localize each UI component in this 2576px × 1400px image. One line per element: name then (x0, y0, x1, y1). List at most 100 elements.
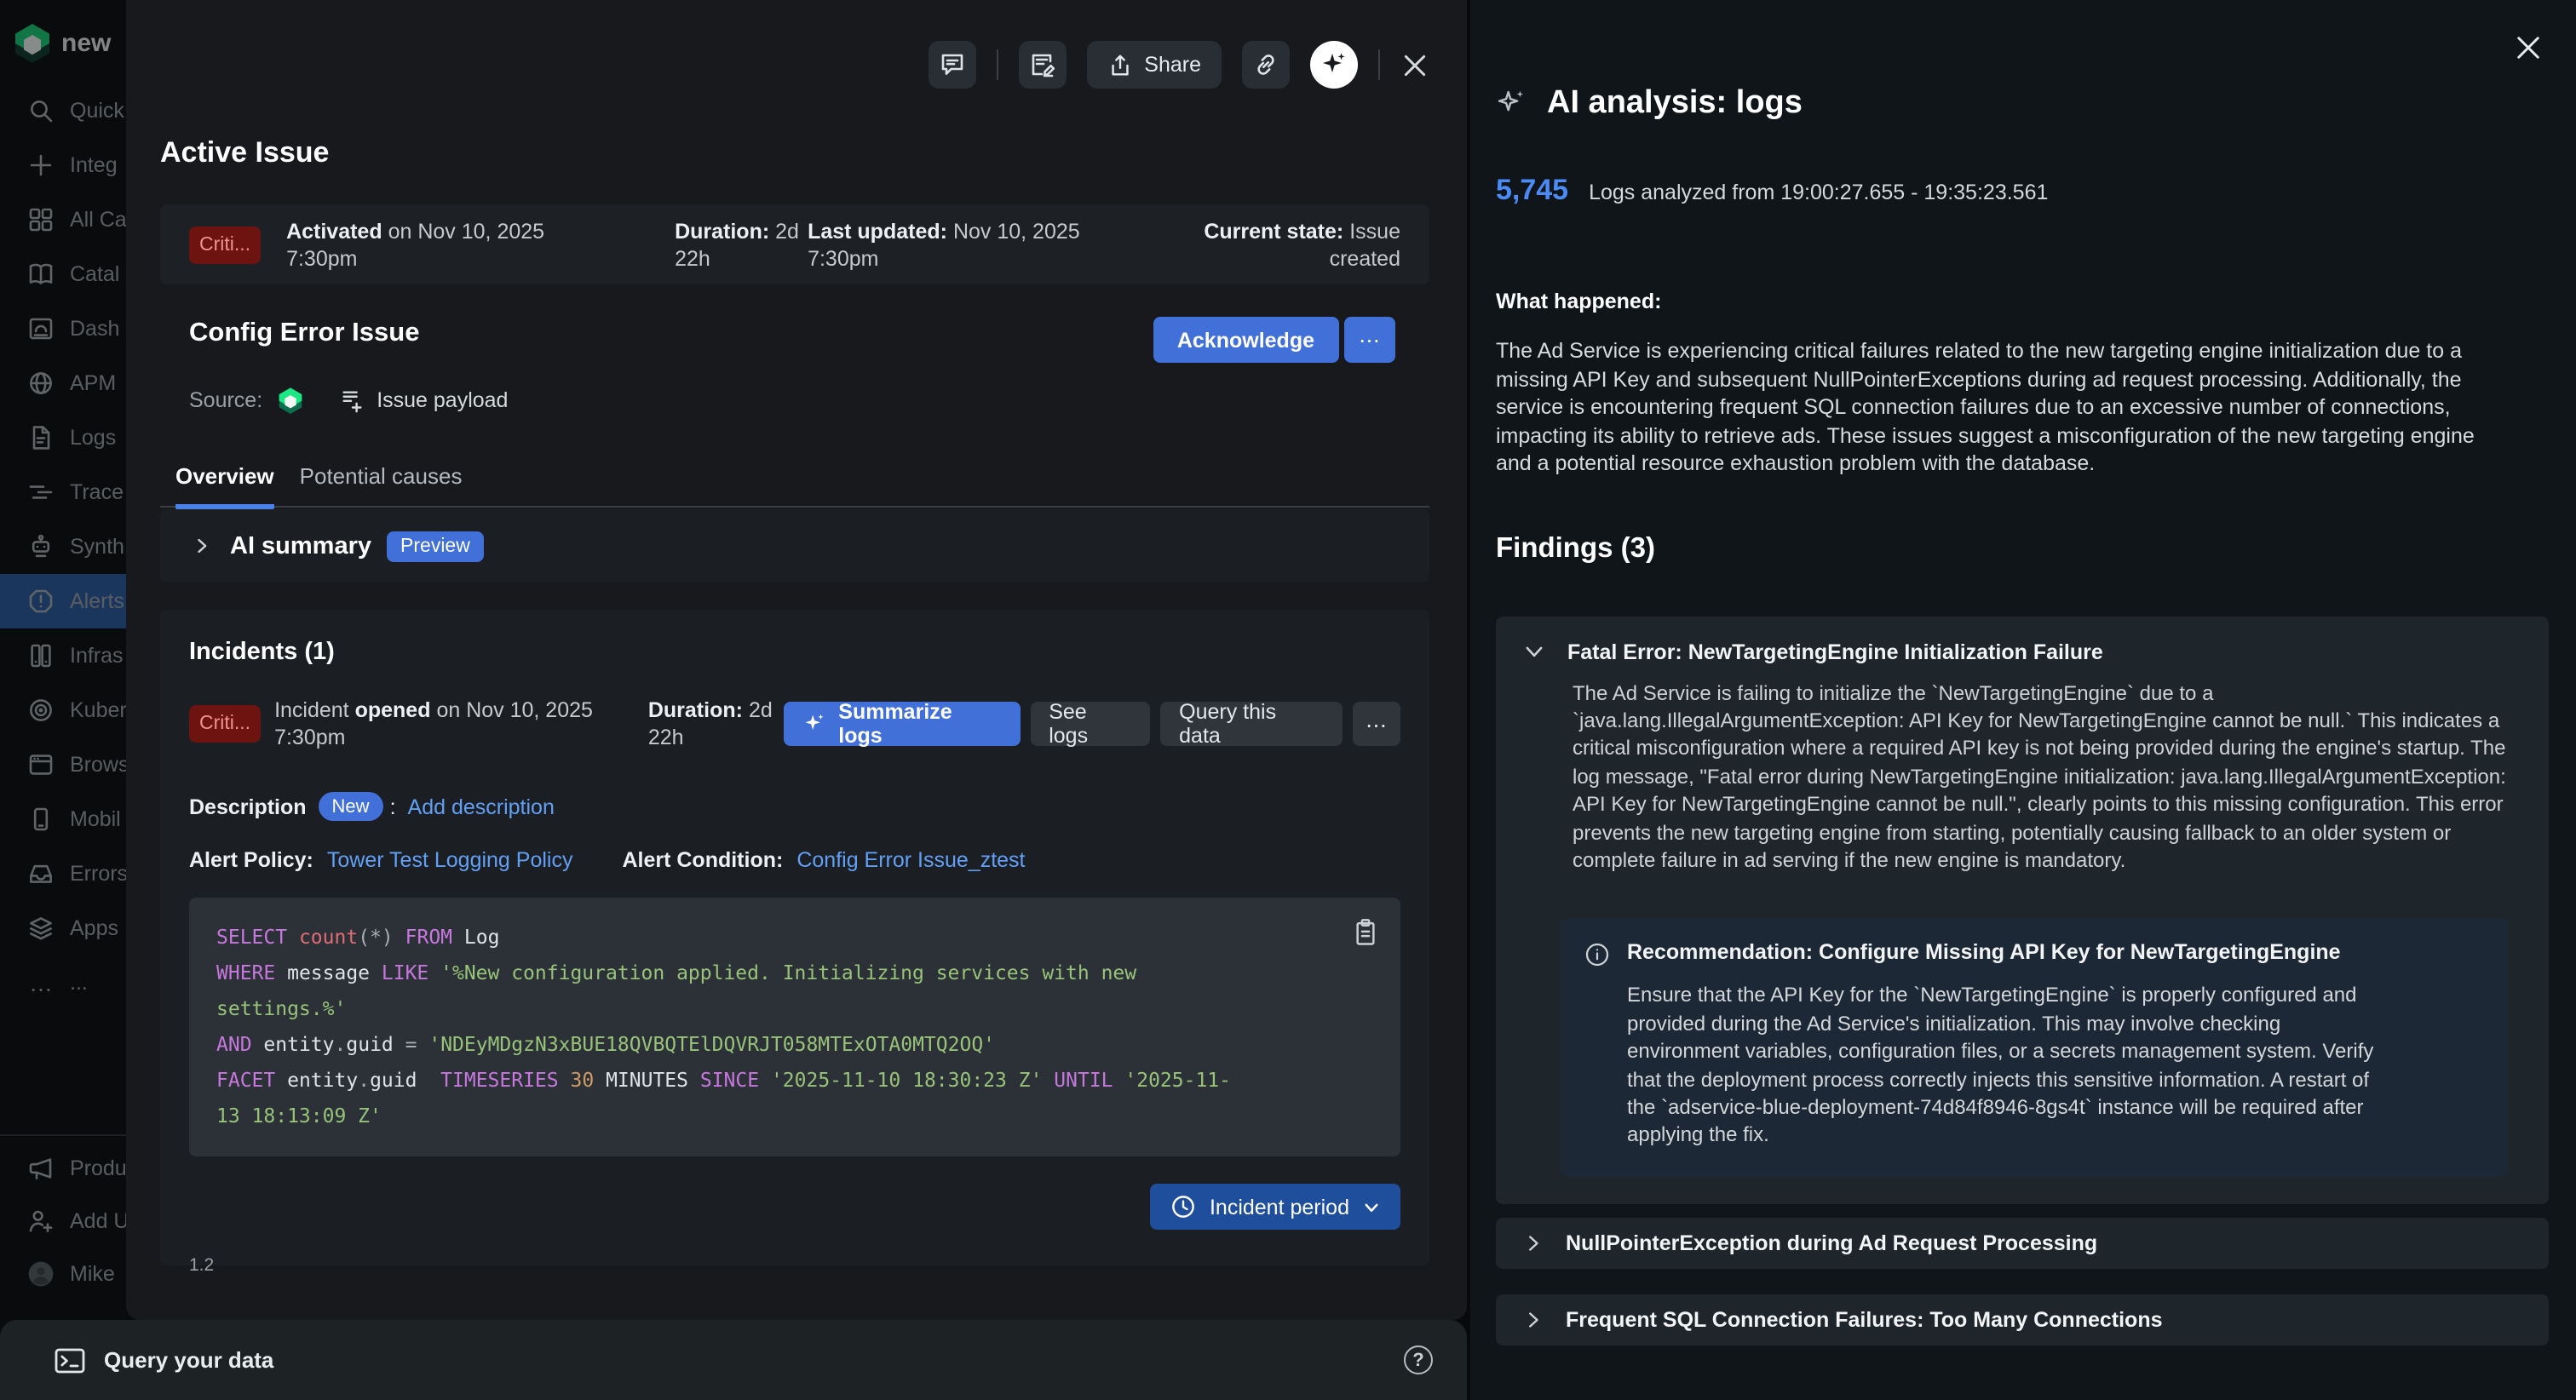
sidebar-item-catalogs[interactable]: Catal (0, 247, 126, 301)
sparkle-icon (1320, 51, 1348, 78)
findings-title: Findings (3) (1496, 532, 2550, 565)
current-state-info: Current state: Issue created (1176, 217, 1400, 272)
recommendation-title: Recommendation: Configure Missing API Ke… (1627, 941, 2341, 965)
quick-find-icon (27, 97, 55, 124)
alert-policy-row: Alert Policy: Tower Test Logging Policy … (189, 848, 1400, 872)
info-icon (1584, 943, 1610, 968)
finding-row-collapsed[interactable]: Frequent SQL Connection Failures: Too Ma… (1496, 1294, 2549, 1345)
active-issue-panel: Share Active Issue Criti (126, 0, 1467, 1320)
version-label: 1.2 (189, 1255, 214, 1276)
sidebar-item-add-user[interactable]: Add U (0, 1194, 126, 1247)
sidebar-item-mobile[interactable]: Mobil (0, 792, 126, 846)
sidebar-item-browser[interactable]: Brows (0, 737, 126, 792)
recommendation-box: Recommendation: Configure Missing API Ke… (1561, 919, 2508, 1177)
see-logs-button[interactable]: See logs (1030, 702, 1150, 746)
tab-overview[interactable]: Overview (175, 456, 274, 509)
sidebar-item-label: Infras (70, 644, 124, 668)
sidebar-item-all-capabilities[interactable]: All Ca (0, 192, 126, 247)
sidebar-item-quick-find[interactable]: Quick (0, 83, 126, 138)
ai-assistant-button[interactable] (1310, 41, 1358, 89)
errors-icon (27, 860, 55, 887)
recommendation-body: Ensure that the API Key for the `NewTarg… (1627, 982, 2397, 1150)
sidebar-item-logs[interactable]: Logs (0, 410, 126, 465)
copy-query-button[interactable] (1353, 918, 1378, 947)
chevron-right-icon (193, 536, 211, 555)
sidebar-item-errors[interactable]: Errors (0, 846, 126, 901)
sidebar-item-label: Alerts (70, 589, 124, 613)
close-button[interactable] (1400, 50, 1429, 79)
sidebar-item-label: Quick (70, 99, 124, 123)
help-icon[interactable]: ? (1404, 1345, 1433, 1374)
product-tour-icon (27, 1154, 55, 1181)
chevron-down-icon (1363, 1198, 1380, 1215)
preview-badge: Preview (387, 531, 484, 561)
sidebar-item-infrastructure[interactable]: Infras (0, 628, 126, 683)
share-button[interactable]: Share (1086, 41, 1222, 89)
description-label: Description (189, 795, 307, 818)
alert-condition-link[interactable]: Config Error Issue_ztest (796, 848, 1025, 872)
sparkle-icon (1496, 89, 1527, 119)
notes-button[interactable] (1018, 41, 1066, 89)
catalogs-icon (27, 261, 55, 288)
synthetics-icon (27, 533, 55, 560)
finding-header[interactable]: Fatal Error: NewTargetingEngine Initiali… (1523, 640, 2521, 663)
sidebar-item-alerts[interactable]: Alerts (0, 574, 126, 628)
sidebar-item-more[interactable]: …... (0, 955, 126, 1010)
summarize-logs-button[interactable]: Summarize logs (784, 702, 1020, 746)
incident-period-button[interactable]: Incident period (1150, 1184, 1400, 1230)
page-title: Active Issue (160, 136, 329, 170)
brand-logo-text: new (61, 28, 111, 57)
incident-period-row: Incident period (189, 1184, 1400, 1230)
issue-payload-button[interactable]: Issue payload (339, 387, 508, 413)
sidebar-item-label: Add U (70, 1208, 126, 1232)
critical-badge[interactable]: Criti... (189, 705, 261, 743)
query-your-data-label: Query your data (104, 1347, 273, 1373)
recommendation-header: Recommendation: Configure Missing API Ke… (1584, 941, 2484, 968)
sparkle-icon (802, 712, 826, 736)
nrql-query-block: SELECT count(*) FROM LogWHERE message LI… (189, 898, 1400, 1156)
issue-actions: Acknowledge ⋯ (1153, 317, 1395, 363)
payload-doc-icon (339, 387, 365, 413)
query-this-data-button[interactable]: Query this data (1160, 702, 1342, 746)
sidebar-item-apm[interactable]: APM (0, 356, 126, 410)
sidebar-item-traces[interactable]: Trace (0, 465, 126, 519)
sidebar-item-apps[interactable]: Apps (0, 901, 126, 955)
sidebar-item-label: Synth (70, 535, 124, 559)
sidebar-item-label: Brows (70, 753, 126, 777)
ai-panel-header: AI analysis: logs (1496, 0, 2550, 123)
link-icon (1252, 51, 1279, 78)
sidebar-item-label: Apps (70, 916, 118, 940)
sidebar-item-dashboards[interactable]: Dash (0, 301, 126, 356)
new-relic-source-icon[interactable] (278, 387, 303, 414)
profile-icon (27, 1259, 55, 1287)
apps-icon (27, 915, 55, 942)
add-description-link[interactable]: Add description (408, 795, 555, 818)
dashboards-icon (27, 315, 55, 342)
alert-policy-label: Alert Policy: (189, 848, 313, 872)
critical-badge[interactable]: Criti... (189, 226, 261, 263)
mobile-icon (27, 806, 55, 833)
source-row: Source: Issue payload (189, 387, 508, 414)
chevron-right-icon (1523, 1310, 1544, 1330)
acknowledge-button[interactable]: Acknowledge (1153, 317, 1338, 363)
query-your-data-bar[interactable]: Query your data ? (0, 1320, 1467, 1400)
copy-link-button[interactable] (1242, 41, 1290, 89)
note-edit-icon (1028, 51, 1055, 78)
sidebar-item-kubernetes[interactable]: Kuber (0, 683, 126, 737)
issue-more-button[interactable]: ⋯ (1343, 317, 1395, 363)
logs-icon (27, 424, 55, 451)
sidebar-item-profile[interactable]: Mike (0, 1247, 126, 1300)
ai-panel-close-button[interactable] (2513, 32, 2544, 63)
alert-policy-link[interactable]: Tower Test Logging Policy (327, 848, 573, 872)
finding-row-collapsed[interactable]: NullPointerException during Ad Request P… (1496, 1218, 2549, 1269)
sidebar-item-synthetics[interactable]: Synth (0, 519, 126, 574)
sidebar-item-label: Trace (70, 480, 124, 504)
tab-potential-causes[interactable]: Potential causes (300, 456, 463, 506)
sidebar-item-integrations[interactable]: Integ (0, 138, 126, 192)
incident-more-button[interactable]: ⋯ (1352, 702, 1400, 746)
ai-summary-section[interactable]: AI summary Preview (160, 509, 1429, 582)
brand-logo[interactable]: new (0, 0, 126, 63)
incidents-section: Incidents (1) Criti... Incident opened o… (160, 610, 1429, 1265)
sidebar-item-product-tour[interactable]: Produ (0, 1141, 126, 1194)
comment-button[interactable] (928, 41, 975, 89)
